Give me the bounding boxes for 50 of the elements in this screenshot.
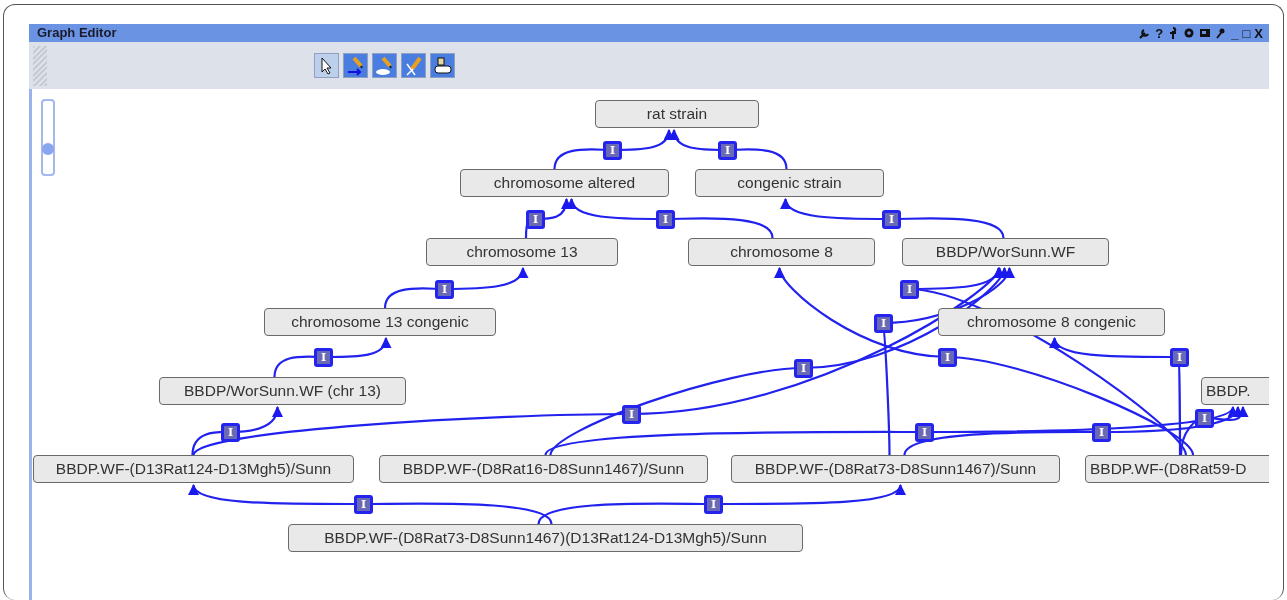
pencil-icon — [374, 55, 395, 76]
edge-label[interactable]: I — [794, 359, 813, 378]
edge-label[interactable]: I — [900, 280, 919, 299]
edge-label[interactable]: I — [435, 280, 454, 299]
edge-label[interactable]: I — [354, 495, 373, 514]
window-title: Graph Editor — [37, 24, 117, 43]
window-control[interactable]: ? — [1155, 26, 1164, 40]
window-control[interactable]: X — [1254, 26, 1263, 40]
edge-label[interactable]: I — [656, 210, 675, 229]
graph-node[interactable]: chromosome 13 congenic — [264, 308, 496, 336]
zoom-slider[interactable] — [41, 99, 55, 176]
edge-label[interactable]: I — [314, 348, 333, 367]
graph-node[interactable]: BBDP. — [1201, 377, 1269, 405]
graph-node[interactable]: chromosome 8 congenic — [938, 308, 1165, 336]
window-control[interactable]: □ — [1242, 26, 1251, 40]
wrench-icon[interactable] — [1139, 27, 1152, 39]
pencil-icon — [403, 55, 424, 76]
graph-node[interactable]: rat strain — [595, 100, 759, 128]
graph-node[interactable]: BBDP.WF-(D8Rat16-D8Sunn1467)/Sunn — [379, 455, 708, 483]
tool-button[interactable] — [430, 53, 455, 78]
graph-node[interactable]: congenic strain — [695, 169, 884, 197]
toolbar-grip[interactable] — [33, 45, 47, 86]
edge-label[interactable]: I — [526, 210, 545, 229]
graph-node[interactable]: BBDP.WF-(D13Rat124-D13Mgh5)/Sunn — [33, 455, 354, 483]
graph-node[interactable]: chromosome altered — [460, 169, 669, 197]
graph-node[interactable]: BBDP.WF-(D8Rat73-D8Sunn1467)(D13Rat124-D13Mgh5)/Sunn — [288, 524, 803, 552]
graph-node[interactable]: BBDP.WF-(D8Rat59-D — [1085, 455, 1269, 483]
graph-node[interactable]: BBDP/WorSunn.WF (chr 13) — [159, 377, 406, 405]
edge-label[interactable]: I — [718, 141, 737, 160]
edge-label[interactable]: I — [882, 210, 901, 229]
screen-icon[interactable] — [1199, 27, 1212, 39]
edge-label[interactable]: I — [1092, 423, 1111, 442]
graph-node[interactable]: BBDP/WorSunn.WF — [902, 238, 1109, 266]
pencil-arrow-icon — [345, 55, 366, 76]
edge-label[interactable]: I — [221, 423, 240, 442]
tool-button[interactable] — [314, 53, 339, 78]
window-control[interactable]: _ — [1231, 26, 1239, 40]
edge-label[interactable]: I — [1195, 409, 1214, 428]
stamp-icon — [432, 55, 453, 76]
edge-label[interactable]: I — [603, 141, 622, 160]
edge-label[interactable]: I — [874, 314, 893, 333]
gear-icon[interactable] — [1183, 27, 1196, 39]
slider-thumb[interactable] — [42, 143, 54, 156]
edge-label[interactable]: I — [622, 405, 641, 424]
graph-node[interactable]: chromosome 8 — [688, 238, 875, 266]
graph-node[interactable]: chromosome 13 — [426, 238, 618, 266]
edge-label[interactable]: I — [1170, 348, 1189, 367]
edge-label[interactable]: I — [915, 423, 934, 442]
graph-node[interactable]: BBDP.WF-(D8Rat73-D8Sunn1467)/Sunn — [731, 455, 1060, 483]
edge-label[interactable]: I — [938, 348, 957, 367]
